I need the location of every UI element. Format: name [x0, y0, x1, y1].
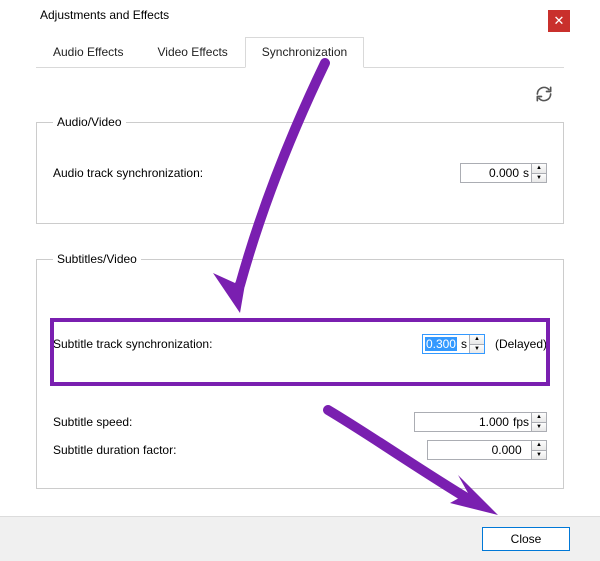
subtitle-track-sync-spinner[interactable]: 0.300 s ▲ ▼ — [422, 334, 485, 354]
subtitle-track-sync-unit: s — [459, 335, 469, 353]
close-button[interactable]: Close — [482, 527, 570, 551]
audio-track-sync-label: Audio track synchronization: — [53, 166, 213, 180]
subtitle-sync-hint: (Delayed) — [495, 337, 547, 351]
subtitle-speed-step-down[interactable]: ▼ — [532, 423, 546, 432]
subtitle-speed-unit: fps — [511, 413, 531, 431]
audio-video-legend: Audio/Video — [53, 115, 126, 129]
subtitles-video-legend: Subtitles/Video — [53, 252, 141, 266]
window-title: Adjustments and Effects — [40, 8, 169, 22]
subtitle-duration-factor-label: Subtitle duration factor: — [53, 443, 186, 457]
subtitle-speed-label: Subtitle speed: — [53, 415, 142, 429]
subtitle-duration-factor-unit — [524, 441, 531, 459]
audio-video-group: Audio/Video Audio track synchronization:… — [36, 115, 564, 224]
subtitle-speed-spinner[interactable]: fps ▲ ▼ — [414, 412, 547, 432]
subtitle-speed-input[interactable] — [415, 413, 511, 431]
subtitle-speed-step-up[interactable]: ▲ — [532, 413, 546, 423]
subtitles-video-group: Subtitles/Video Subtitle track synchroni… — [36, 252, 564, 489]
title-bar: Adjustments and Effects — [0, 0, 600, 30]
subtitle-duration-step-down[interactable]: ▼ — [532, 451, 546, 460]
tab-synchronization[interactable]: Synchronization — [245, 37, 364, 68]
audio-sync-step-down[interactable]: ▼ — [532, 174, 546, 183]
tab-bar: Audio Effects Video Effects Synchronizat… — [36, 36, 564, 68]
audio-sync-step-up[interactable]: ▲ — [532, 164, 546, 174]
tab-audio-effects[interactable]: Audio Effects — [36, 37, 141, 68]
subtitle-track-sync-value-selected[interactable]: 0.300 — [425, 337, 457, 351]
tab-video-effects[interactable]: Video Effects — [141, 37, 245, 68]
dialog-button-bar: Close — [0, 516, 600, 561]
audio-track-sync-spinner[interactable]: s ▲ ▼ — [460, 163, 547, 183]
subtitle-duration-factor-input[interactable] — [428, 441, 524, 459]
subtitle-track-sync-label: Subtitle track synchronization: — [53, 337, 222, 351]
close-icon: ✕ — [554, 13, 565, 29]
subtitle-sync-step-down[interactable]: ▼ — [470, 345, 484, 354]
window-close-button[interactable]: ✕ — [548, 10, 570, 32]
subtitle-duration-step-up[interactable]: ▲ — [532, 441, 546, 451]
audio-track-sync-unit: s — [521, 164, 531, 182]
refresh-icon[interactable] — [534, 84, 554, 107]
subtitle-duration-factor-spinner[interactable]: ▲ ▼ — [427, 440, 547, 460]
sync-panel: Audio/Video Audio track synchronization:… — [30, 68, 570, 489]
subtitle-sync-step-up[interactable]: ▲ — [470, 335, 484, 345]
audio-track-sync-input[interactable] — [461, 164, 521, 182]
